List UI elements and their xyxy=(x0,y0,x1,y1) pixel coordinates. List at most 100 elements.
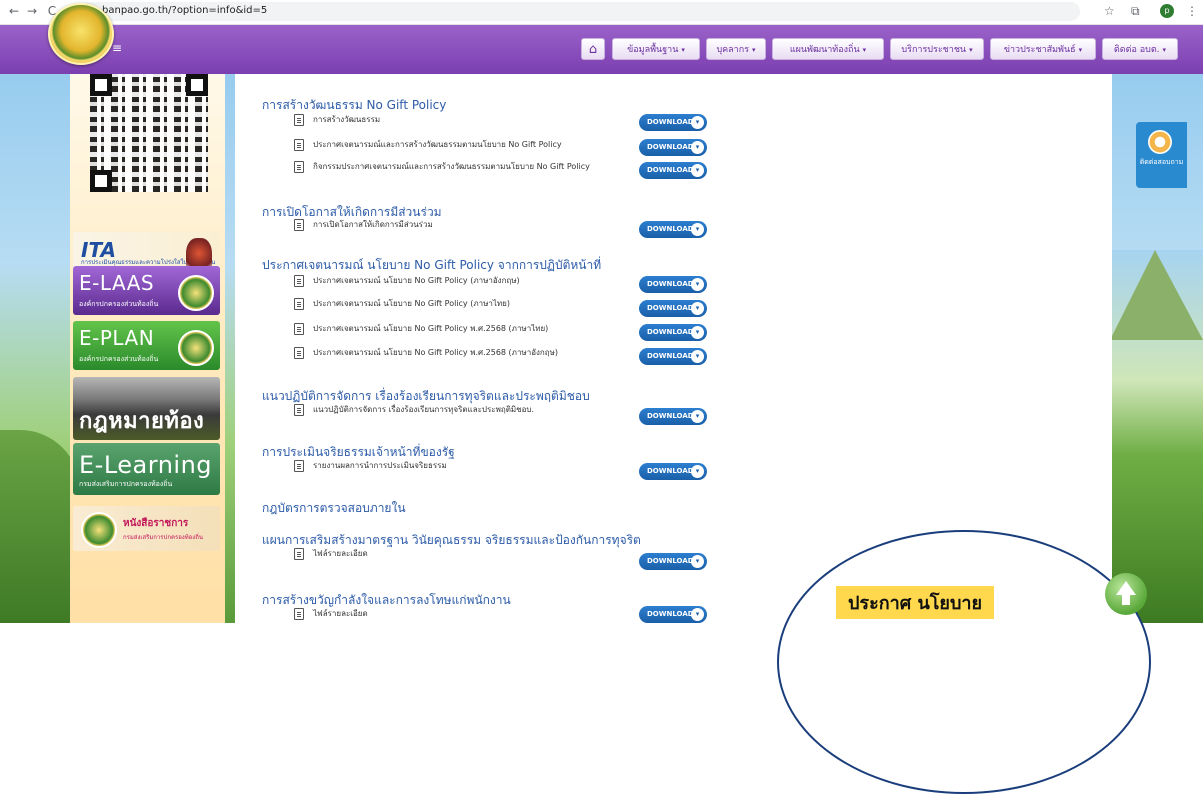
announcement-popup[interactable] xyxy=(777,530,1151,794)
e-laas-banner-title: E-LAAS xyxy=(79,271,155,295)
e-learning-banner-subtitle: กรมส่งเสริมการปกครองท้องถิ่น xyxy=(79,480,173,488)
download-button[interactable]: DOWNLOAD ▾ xyxy=(639,553,707,570)
e-learning-banner[interactable]: E-Learning กรมส่งเสริมการปกครองท้องถิ่น xyxy=(73,443,220,495)
file-icon xyxy=(294,322,304,335)
official-letters-title: หนังสือราชการ xyxy=(123,518,189,529)
nav-public-services[interactable]: บริการประชาชน ▾ xyxy=(890,38,984,60)
download-label: DOWNLOAD xyxy=(647,280,694,288)
home-icon: ⌂ xyxy=(588,42,598,57)
contact-side-label: ติดต่อสอบถาม xyxy=(1139,158,1184,166)
mountain-decor xyxy=(1110,250,1203,340)
chevron-down-icon: ▾ xyxy=(691,465,704,478)
file-icon xyxy=(294,138,304,151)
file-icon xyxy=(294,160,304,173)
nav-contact[interactable]: ติดต่อ อบต. ▾ xyxy=(1102,38,1178,60)
download-button[interactable]: DOWNLOAD ▾ xyxy=(639,300,707,317)
nav-news[interactable]: ข่าวประชาสัมพันธ์ ▾ xyxy=(990,38,1096,60)
chevron-down-icon: ▾ xyxy=(691,326,704,339)
download-button[interactable]: DOWNLOAD ▾ xyxy=(639,463,707,480)
document-name: ประกาศเจตนารมณ์ นโยบาย No Gift Policy พ.… xyxy=(313,324,549,333)
file-icon xyxy=(294,459,304,472)
download-button[interactable]: DOWNLOAD ▾ xyxy=(639,408,707,425)
document-item[interactable]: กิจกรรมประกาศเจตนารมณ์และการสร้างวัฒนธรร… xyxy=(294,159,590,175)
chevron-down-icon: ▾ xyxy=(969,46,973,54)
document-item[interactable]: ไฟล์รายละเอียด xyxy=(294,546,368,562)
nav-basic-info[interactable]: ข้อมูลพื้นฐาน ▾ xyxy=(612,38,700,60)
home-button[interactable]: ⌂ xyxy=(581,38,605,60)
document-item[interactable]: แนวปฏิบัติการจัดการ เรื่องร้องเรียนการทุ… xyxy=(294,402,534,418)
document-item[interactable]: ประกาศเจตนารมณ์ นโยบาย No Gift Policy พ.… xyxy=(294,321,548,337)
download-label: DOWNLOAD xyxy=(647,467,694,475)
bookmark-star-icon[interactable]: ☆ xyxy=(1104,3,1115,19)
site-logo[interactable] xyxy=(48,3,114,65)
announcement-popup-label[interactable]: ประกาศ นโยบาย xyxy=(836,586,995,619)
download-label: DOWNLOAD xyxy=(647,328,694,336)
address-bar[interactable]: ⇆ banpao.go.th/?option=info&id=5 xyxy=(80,2,1080,21)
download-label: DOWNLOAD xyxy=(647,225,694,233)
document-name: แนวปฏิบัติการจัดการ เรื่องร้องเรียนการทุ… xyxy=(313,405,535,414)
document-item[interactable]: ไฟล์รายละเอียด xyxy=(294,606,368,622)
file-icon xyxy=(294,274,304,287)
download-label: DOWNLOAD xyxy=(647,304,694,312)
e-plan-banner-subtitle: องค์กรปกครองส่วนท้องถิ่น xyxy=(79,355,159,363)
site-header: ≡ ⌂ ข้อมูลพื้นฐาน ▾ บุคลากร ▾ แผนพัฒนาท้อง… xyxy=(0,25,1203,74)
download-label: DOWNLOAD xyxy=(647,118,694,126)
download-button[interactable]: DOWNLOAD ▾ xyxy=(639,162,707,179)
browser-menu-icon[interactable]: ⋮ xyxy=(1186,3,1198,19)
contact-icon xyxy=(1148,130,1172,154)
chevron-down-icon: ▾ xyxy=(1078,46,1083,54)
profile-avatar[interactable]: p xyxy=(1160,4,1174,18)
nav-label: บริการประชาชน xyxy=(901,45,967,55)
document-item[interactable]: ประกาศเจตนารมณ์และการสร้างวัฒนธรรมตามนโย… xyxy=(294,137,562,153)
download-button[interactable]: DOWNLOAD ▾ xyxy=(639,348,707,365)
e-plan-banner[interactable]: E-PLAN องค์กรปกครองส่วนท้องถิ่น xyxy=(73,321,220,370)
chevron-down-icon: ▾ xyxy=(752,46,756,54)
qr-finder xyxy=(186,74,208,96)
document-item[interactable]: การสร้างวัฒนธรรม xyxy=(294,112,380,128)
download-button[interactable]: DOWNLOAD ▾ xyxy=(639,114,707,131)
document-name: ไฟล์รายละเอียด xyxy=(313,549,368,558)
contact-side-tab[interactable]: ติดต่อสอบถาม xyxy=(1136,122,1187,188)
url-text: banpao.go.th/?option=info&id=5 xyxy=(102,5,268,16)
left-scenery xyxy=(0,430,80,623)
nav-personnel[interactable]: บุคลากร ▾ xyxy=(706,38,766,60)
download-button[interactable]: DOWNLOAD ▾ xyxy=(639,221,707,238)
e-plan-banner-title: E-PLAN xyxy=(79,326,155,350)
document-item[interactable]: การเปิดโอกาสให้เกิดการมีส่วนร่วม xyxy=(294,217,433,233)
official-letters-banner[interactable]: หนังสือราชการ กรมส่งเสริมการปกครองท้องถิ… xyxy=(73,506,220,551)
extensions-icon[interactable]: ⧉ xyxy=(1131,3,1140,19)
official-letters-subtitle: กรมส่งเสริมการปกครองท้องถิ่น xyxy=(123,534,203,541)
chevron-down-icon: ▾ xyxy=(681,46,685,54)
download-button[interactable]: DOWNLOAD ▾ xyxy=(639,606,707,623)
forward-icon[interactable]: → xyxy=(24,3,40,19)
document-name: ไฟล์รายละเอียด xyxy=(313,609,368,618)
back-icon[interactable]: ← xyxy=(6,3,22,19)
menu-toggle-icon[interactable]: ≡ xyxy=(112,41,122,55)
document-name: ประกาศเจตนารมณ์ นโยบาย No Gift Policy (ภ… xyxy=(313,276,520,285)
document-name: กิจกรรมประกาศเจตนารมณ์และการสร้างวัฒนธรร… xyxy=(313,162,590,171)
chevron-down-icon: ▾ xyxy=(691,223,704,236)
document-item[interactable]: ประกาศเจตนารมณ์ นโยบาย No Gift Policy พ.… xyxy=(294,345,558,361)
dla-seal-icon xyxy=(81,512,117,548)
download-button[interactable]: DOWNLOAD ▾ xyxy=(639,139,707,156)
document-item[interactable]: ประกาศเจตนารมณ์ นโยบาย No Gift Policy (ภ… xyxy=(294,273,520,289)
e-laas-banner[interactable]: E-LAAS องค์กรปกครองส่วนท้องถิ่น xyxy=(73,266,220,315)
document-item[interactable]: ประกาศเจตนารมณ์ นโยบาย No Gift Policy (ภ… xyxy=(294,296,510,312)
scroll-to-top-icon[interactable] xyxy=(1105,573,1147,615)
local-law-banner-title: กฎหมายท้องถิ่น xyxy=(79,409,205,434)
document-name: การสร้างวัฒนธรรม xyxy=(313,115,381,124)
e-laas-banner-subtitle: องค์กรปกครองส่วนท้องถิ่น xyxy=(79,300,159,308)
chevron-down-icon: ▾ xyxy=(691,116,704,129)
dla-seal-icon xyxy=(178,330,214,366)
download-button[interactable]: DOWNLOAD ▾ xyxy=(639,324,707,341)
download-label: DOWNLOAD xyxy=(647,610,694,618)
qr-finder xyxy=(90,170,112,192)
file-icon xyxy=(294,113,304,126)
document-item[interactable]: รายงานผลการนำการประเมินจริยธรรม xyxy=(294,458,447,474)
file-icon xyxy=(294,297,304,310)
download-button[interactable]: DOWNLOAD ▾ xyxy=(639,276,707,293)
chevron-down-icon: ▾ xyxy=(691,302,704,315)
section-title: กฎบัตรการตรวจสอบภายใน xyxy=(262,501,406,515)
nav-local-plan[interactable]: แผนพัฒนาท้องถิ่น ▾ xyxy=(772,38,884,60)
local-law-banner[interactable]: กฎหมายท้องถิ่น xyxy=(73,377,220,440)
